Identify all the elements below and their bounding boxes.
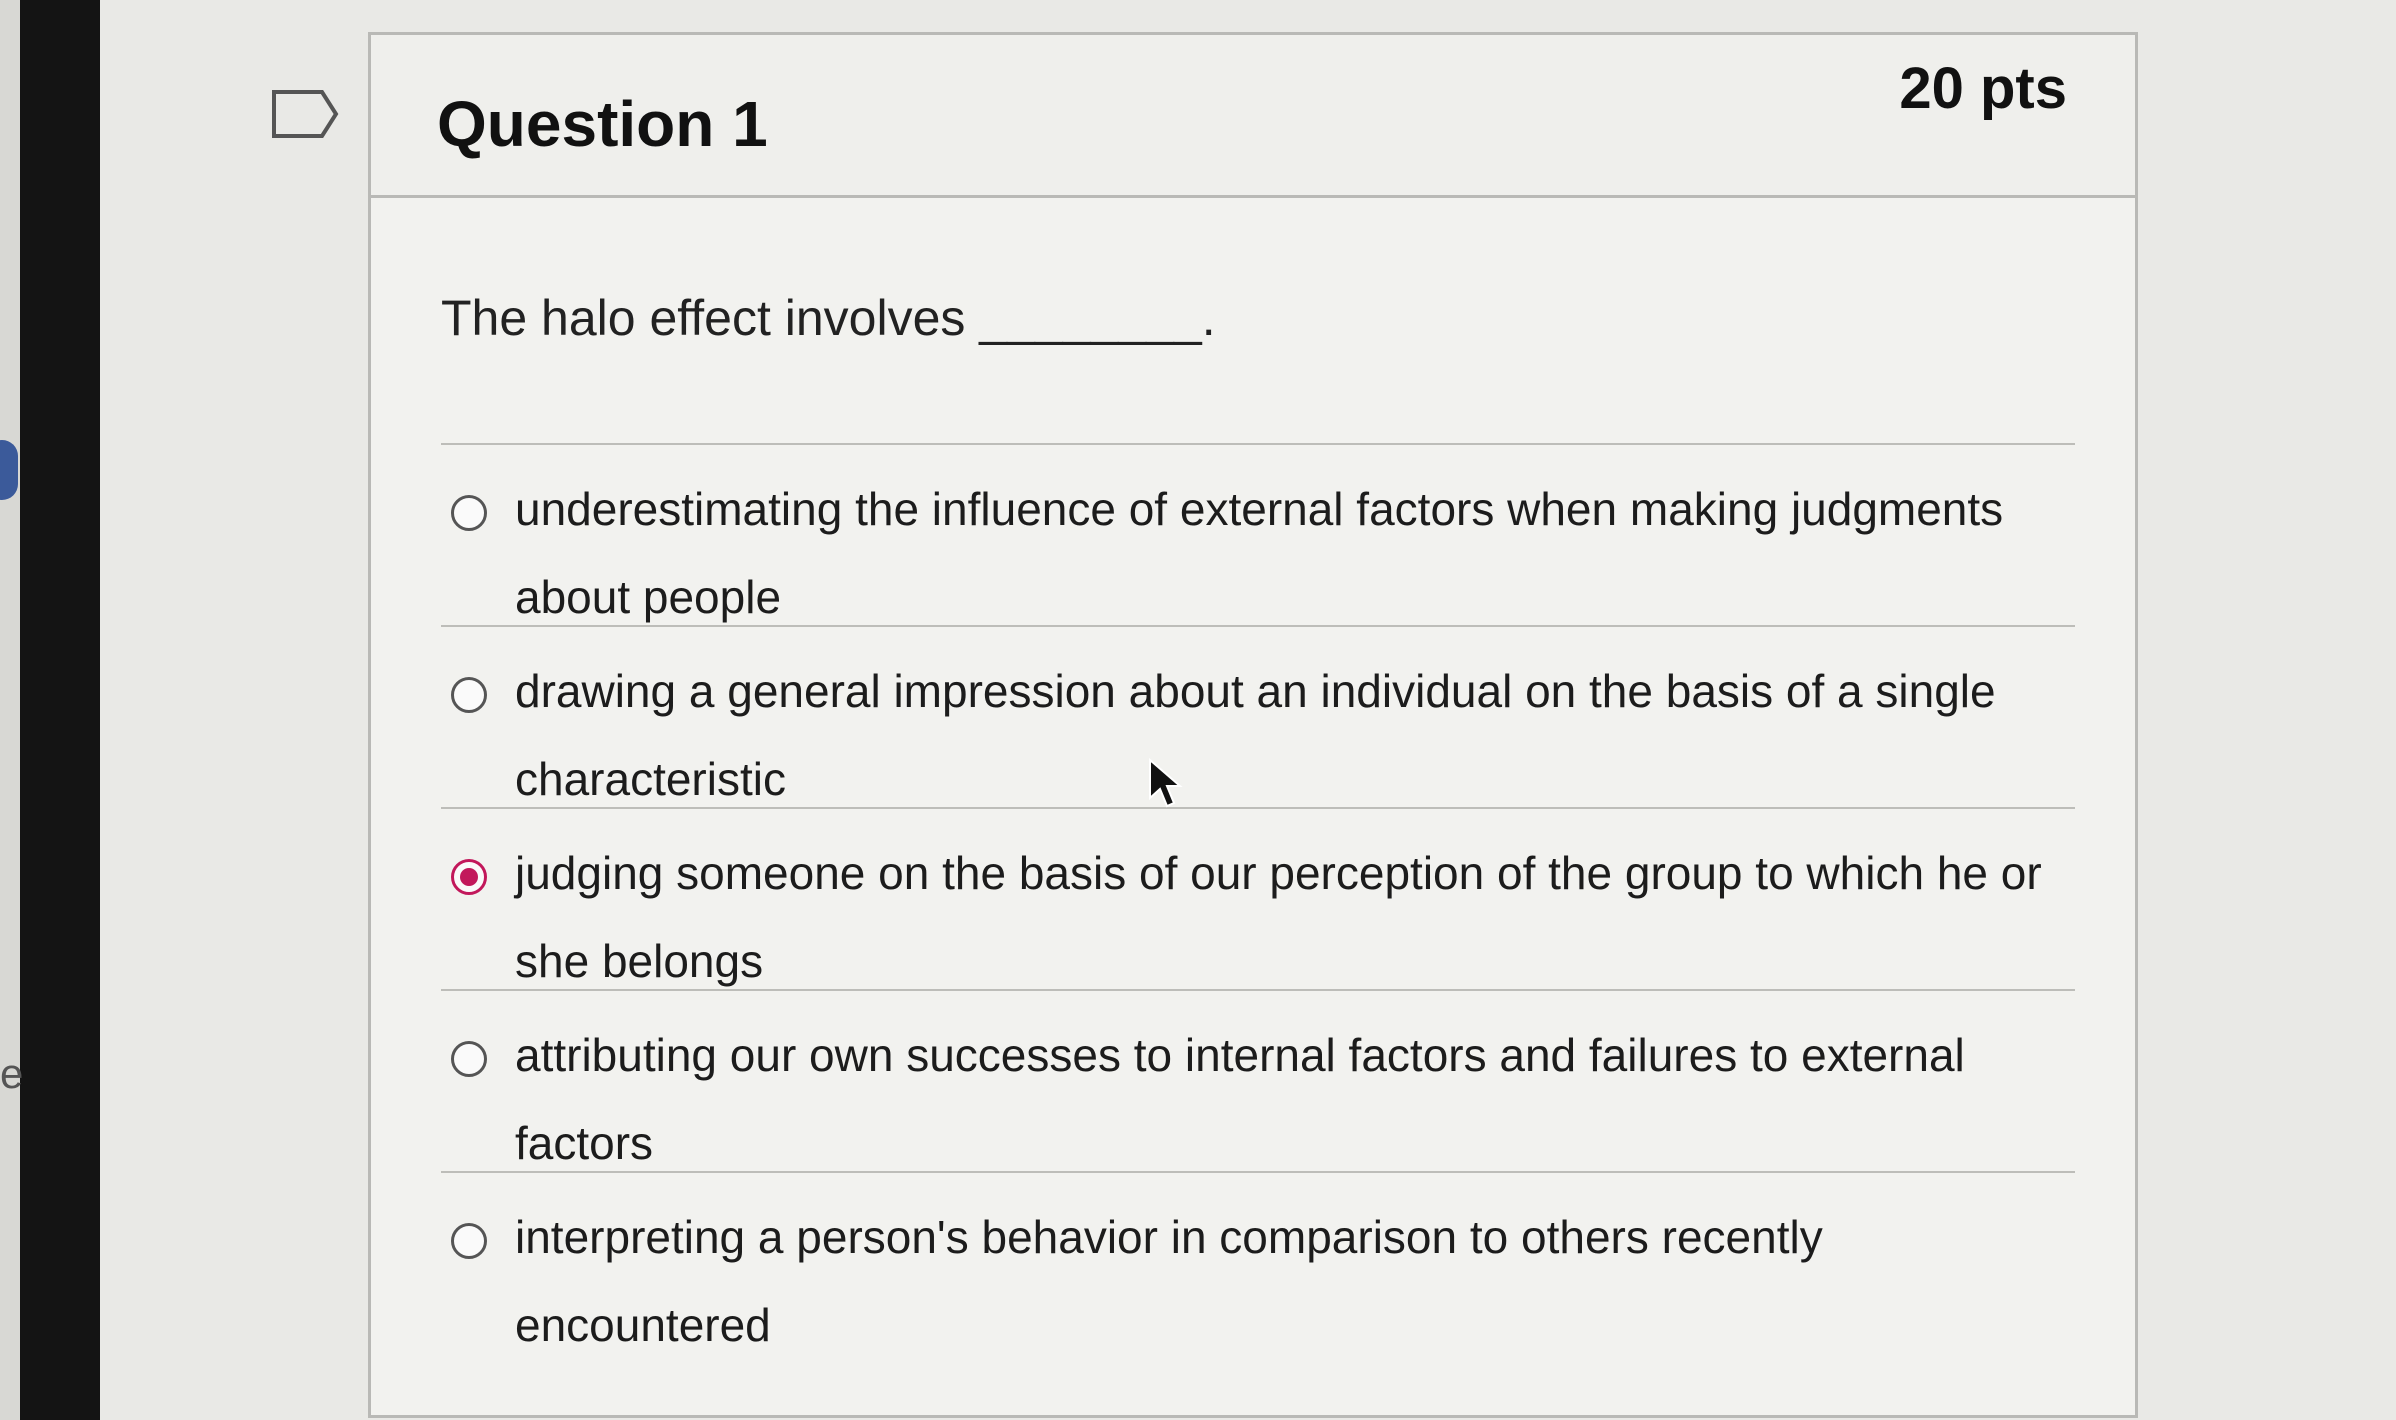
- question-card: Question 1 20 pts The halo effect involv…: [368, 32, 2138, 1418]
- answer-option-label: judging someone on the basis of our perc…: [515, 847, 2042, 987]
- answer-option-label: underestimating the influence of externa…: [515, 483, 2004, 623]
- question-title: Question 1: [437, 88, 768, 160]
- answer-option-label: attributing our own successes to interna…: [515, 1029, 1965, 1169]
- flag-icon[interactable]: [270, 88, 340, 140]
- mouse-cursor-icon: [1149, 758, 1183, 808]
- answer-option-label: drawing a general impression about an in…: [515, 665, 1996, 805]
- left-navigation-bar: [20, 0, 100, 1420]
- question-prompt: The halo effect involves ________.: [441, 290, 1216, 346]
- radio-button-icon[interactable]: [451, 859, 487, 895]
- answer-option[interactable]: underestimating the influence of externa…: [451, 483, 2065, 641]
- radio-button-icon[interactable]: [451, 677, 487, 713]
- radio-button-icon[interactable]: [451, 495, 487, 531]
- answer-option-label: interpreting a person's behavior in comp…: [515, 1211, 1823, 1351]
- option-divider: [441, 807, 2075, 809]
- prompt-divider: [441, 443, 2075, 445]
- answer-option[interactable]: attributing our own successes to interna…: [451, 1029, 2065, 1187]
- question-header: Question 1 20 pts: [371, 35, 2135, 198]
- radio-button-icon[interactable]: [451, 1041, 487, 1077]
- radio-button-icon[interactable]: [451, 1223, 487, 1259]
- option-divider: [441, 625, 2075, 627]
- left-edge: [0, 0, 20, 1420]
- option-divider: [441, 989, 2075, 991]
- side-letter: e: [0, 1050, 24, 1097]
- side-indicator: [0, 440, 18, 500]
- answer-option[interactable]: drawing a general impression about an in…: [451, 665, 2065, 823]
- answer-option-selected[interactable]: judging someone on the basis of our perc…: [451, 847, 2065, 1005]
- option-divider: [441, 1171, 2075, 1173]
- answer-option[interactable]: interpreting a person's behavior in comp…: [451, 1211, 2065, 1369]
- question-points: 20 pts: [1899, 56, 2067, 121]
